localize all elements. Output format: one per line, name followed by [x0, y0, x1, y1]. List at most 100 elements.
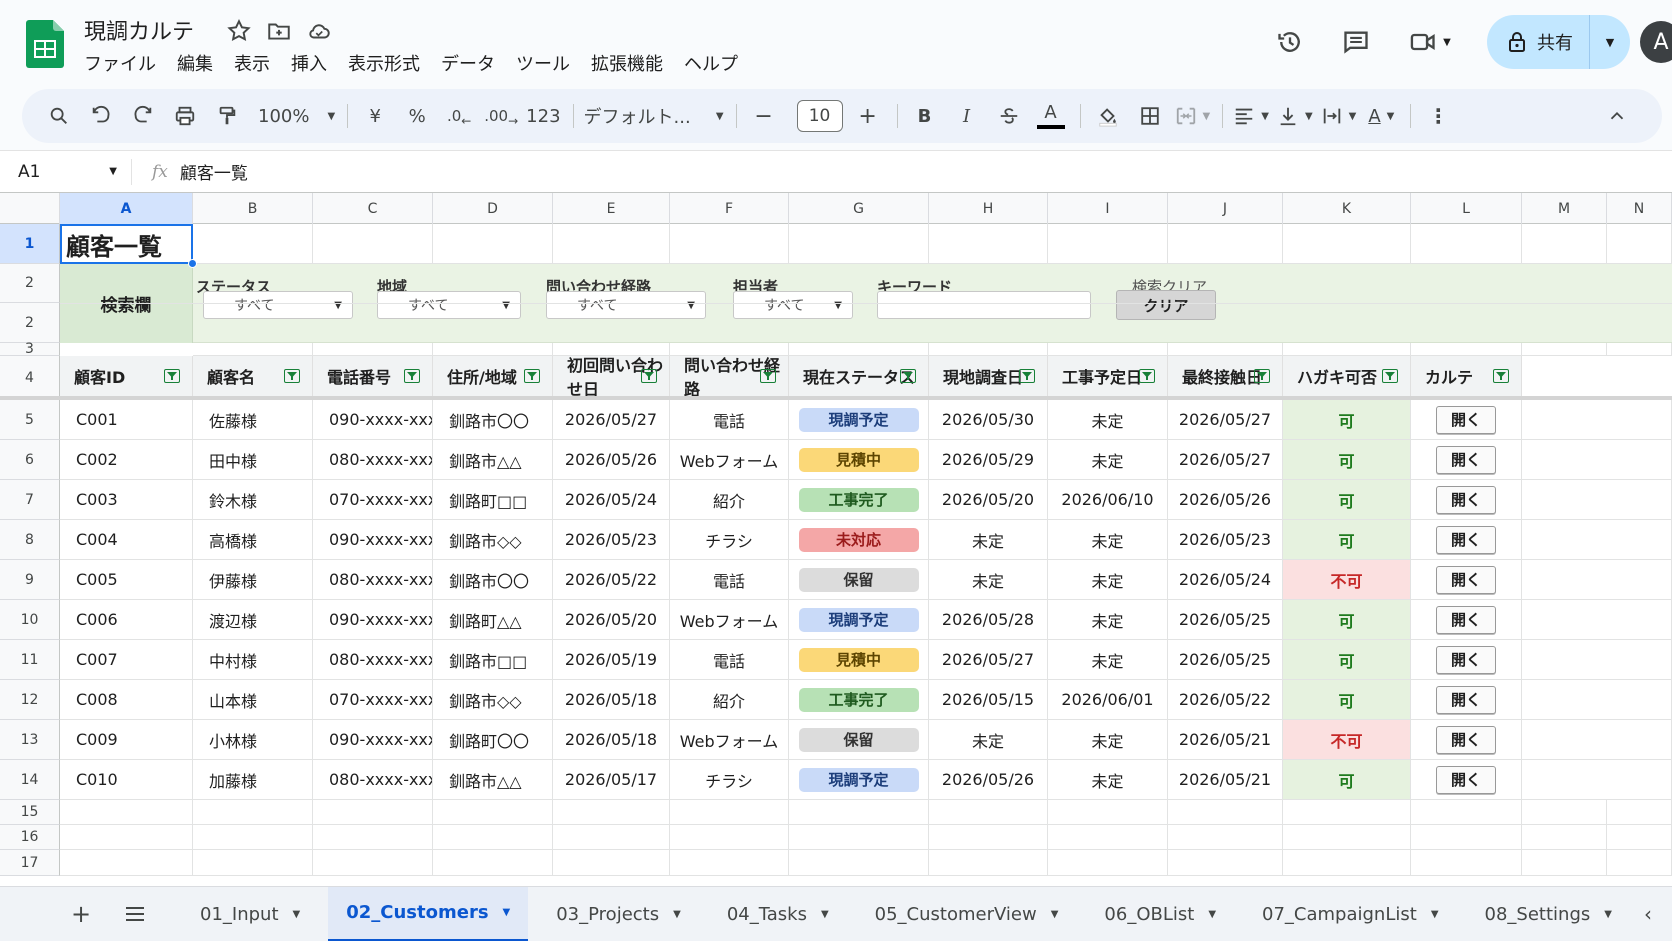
table-row-6-cell-8[interactable]: 2026/05/28 — [929, 600, 1048, 640]
menu-view[interactable]: 表示 — [234, 50, 270, 76]
empty-cell[interactable] — [929, 224, 1048, 264]
empty-cell[interactable] — [789, 303, 929, 304]
empty-cell[interactable] — [553, 850, 670, 876]
column-header-g[interactable]: G — [789, 193, 929, 224]
table-row-4-cell-10[interactable]: 2026/05/23 — [1168, 520, 1283, 560]
empty-cell[interactable] — [789, 343, 929, 356]
row-header-14[interactable]: 13 — [0, 720, 60, 760]
table-header-6[interactable]: 問い合わせ経路 — [670, 356, 789, 399]
column-header-f[interactable]: F — [670, 193, 789, 224]
vertical-align-icon[interactable]: ▼ — [1277, 99, 1313, 133]
table-header-5[interactable]: 初回問い合わせ日 — [553, 356, 670, 399]
empty-cell[interactable] — [1048, 850, 1168, 876]
decrease-decimal-button[interactable]: .0 ← — [442, 99, 476, 133]
table-row-1-cell-2[interactable]: 佐藤様 — [193, 400, 313, 440]
table-row-4-cell-5[interactable]: 2026/05/23 — [553, 520, 670, 560]
table-row-2-cell-12[interactable]: 開く — [1411, 440, 1522, 480]
filter-icon[interactable] — [1019, 369, 1035, 383]
table-header-1[interactable]: 顧客ID — [60, 356, 193, 396]
table-row-7-cell-2[interactable]: 中村様 — [193, 640, 313, 680]
table-row-2-cell-1[interactable]: C002 — [60, 440, 193, 480]
table-row-2-cell-9[interactable]: 未定 — [1048, 440, 1168, 480]
table-row-4-cell-6[interactable]: チラシ — [670, 520, 789, 560]
fill-handle[interactable] — [188, 259, 197, 268]
table-row-3-cell-8[interactable]: 2026/05/20 — [929, 480, 1048, 520]
filter-icon[interactable] — [524, 369, 540, 383]
table-header-4[interactable]: 住所/地域 — [433, 356, 553, 396]
empty-cell[interactable] — [1168, 343, 1283, 356]
font-size-input[interactable]: 10 — [796, 100, 843, 132]
row-header-16[interactable]: 15 — [0, 800, 60, 825]
filter-icon[interactable] — [900, 369, 916, 383]
table-row-3-cell-4[interactable]: 釧路町□□ — [433, 480, 553, 520]
table-row-10-cell-8[interactable]: 2026/05/26 — [929, 760, 1048, 800]
table-row-1-cell-10[interactable]: 2026/05/27 — [1168, 400, 1283, 440]
table-row-9-cell-8[interactable]: 未定 — [929, 720, 1048, 760]
cloud-status-icon[interactable] — [306, 18, 332, 44]
tab-menu-icon[interactable]: ▼ — [1604, 909, 1612, 920]
menu-edit[interactable]: 編集 — [177, 50, 213, 76]
empty-cell[interactable] — [1522, 224, 1607, 264]
table-row-10-cell-3[interactable]: 080-xxxx-xxxx — [313, 760, 433, 800]
empty-cell[interactable] — [193, 224, 313, 264]
menu-insert[interactable]: 挿入 — [291, 50, 327, 76]
table-row-6-cell-5[interactable]: 2026/05/20 — [553, 600, 670, 640]
empty-cell[interactable] — [1522, 640, 1672, 680]
empty-cell[interactable] — [433, 850, 553, 876]
empty-cell[interactable] — [1048, 825, 1168, 850]
empty-cell[interactable] — [433, 303, 553, 304]
table-row-7-cell-12[interactable]: 開く — [1411, 640, 1522, 680]
table-row-5-cell-1[interactable]: C005 — [60, 560, 193, 600]
open-chart-button[interactable]: 開く — [1436, 605, 1496, 634]
collapse-menus-icon[interactable] — [1600, 99, 1634, 133]
text-wrapping-icon[interactable]: ▼ — [1321, 99, 1356, 133]
percent-format-button[interactable]: % — [400, 99, 434, 133]
table-row-6-cell-3[interactable]: 090-xxxx-xxxx — [313, 600, 433, 640]
empty-cell[interactable] — [670, 224, 789, 264]
empty-cell[interactable] — [193, 825, 313, 850]
table-row-5-cell-12[interactable]: 開く — [1411, 560, 1522, 600]
sheet-tab-4[interactable]: 04_Tasks ▼ — [709, 887, 847, 941]
open-chart-button[interactable]: 開く — [1436, 765, 1496, 794]
empty-cell[interactable] — [553, 825, 670, 850]
filter-icon[interactable] — [641, 369, 657, 383]
sheet-tab-7[interactable]: 07_CampaignList ▼ — [1244, 887, 1457, 941]
table-row-10-cell-10[interactable]: 2026/05/21 — [1168, 760, 1283, 800]
strikethrough-icon[interactable] — [992, 99, 1026, 133]
table-header-9[interactable]: 工事予定日 — [1048, 356, 1168, 396]
empty-cell[interactable] — [670, 303, 789, 304]
table-row-5-cell-3[interactable]: 080-xxxx-xxxx — [313, 560, 433, 600]
filter-icon[interactable] — [1493, 369, 1509, 383]
empty-cell[interactable] — [789, 800, 929, 825]
selected-cell-a1[interactable]: 顧客一覧 — [60, 224, 193, 264]
open-chart-button[interactable]: 開く — [1436, 685, 1496, 714]
empty-cell[interactable] — [1168, 303, 1283, 304]
row-header-7[interactable]: 6 — [0, 440, 60, 480]
table-row-1-cell-3[interactable]: 090-xxxx-xxxx — [313, 400, 433, 440]
formula-input[interactable]: 顧客一覧 — [180, 159, 248, 184]
row-header-10[interactable]: 9 — [0, 560, 60, 600]
column-header-j[interactable]: J — [1168, 193, 1283, 224]
table-row-10-cell-12[interactable]: 開く — [1411, 760, 1522, 800]
table-row-10-cell-1[interactable]: C010 — [60, 760, 193, 800]
filter-icon[interactable] — [1139, 369, 1155, 383]
table-row-8-cell-7[interactable]: 工事完了 — [789, 680, 929, 720]
empty-cell[interactable] — [1283, 224, 1411, 264]
row-header-12[interactable]: 11 — [0, 640, 60, 680]
empty-cell[interactable] — [929, 303, 1048, 304]
empty-cell[interactable] — [929, 343, 1048, 356]
table-row-3-cell-10[interactable]: 2026/05/26 — [1168, 480, 1283, 520]
table-row-9-cell-10[interactable]: 2026/05/21 — [1168, 720, 1283, 760]
empty-cell[interactable] — [1522, 800, 1607, 825]
table-row-7-cell-11[interactable]: 可 — [1283, 640, 1411, 680]
empty-cell[interactable] — [1522, 720, 1672, 760]
table-row-6-cell-1[interactable]: C006 — [60, 600, 193, 640]
table-row-9-cell-6[interactable]: Webフォーム — [670, 720, 789, 760]
table-row-2-cell-10[interactable]: 2026/05/27 — [1168, 440, 1283, 480]
sheet-tab-8[interactable]: 08_Settings ▼ — [1467, 887, 1630, 941]
table-row-10-cell-5[interactable]: 2026/05/17 — [553, 760, 670, 800]
table-row-9-cell-7[interactable]: 保留 — [789, 720, 929, 760]
table-row-4-cell-8[interactable]: 未定 — [929, 520, 1048, 560]
table-row-3-cell-1[interactable]: C003 — [60, 480, 193, 520]
table-row-6-cell-2[interactable]: 渡辺様 — [193, 600, 313, 640]
